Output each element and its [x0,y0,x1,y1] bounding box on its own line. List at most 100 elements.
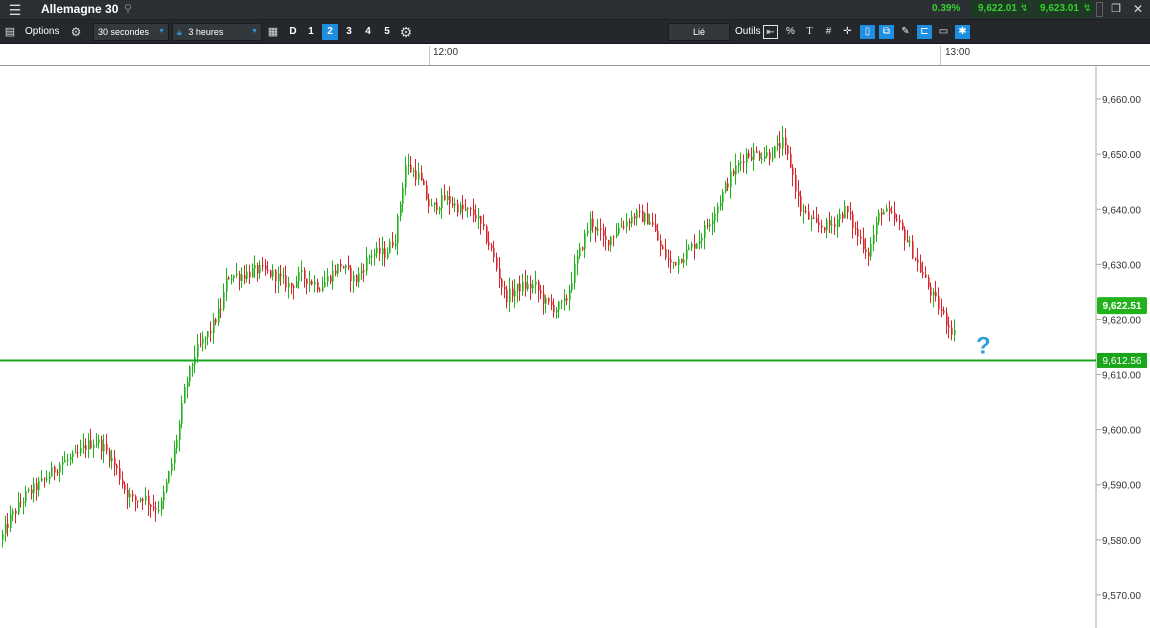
text-tool-icon[interactable]: T [802,25,817,39]
candle-body [311,281,313,285]
tools-settings-icon[interactable]: ✱ [955,25,970,39]
candle-body [363,270,365,272]
pane-2-button[interactable]: 2 [322,24,338,40]
candle-body [376,247,378,254]
percent-button[interactable]: % [783,25,798,39]
candle-body [538,281,540,291]
candle-body [285,275,287,288]
candle-body [332,270,334,282]
tools-menu[interactable]: Outils [735,20,761,44]
candle-body [267,269,269,271]
draw-tool-icon[interactable]: ✎ [898,25,913,39]
candle-body [613,236,615,238]
candle-body [457,203,459,213]
candle-body [392,241,394,247]
candle-body [423,180,425,186]
print-icon[interactable]: ▭ [936,25,951,39]
candle-body [262,265,264,267]
period-d-button[interactable]: D [285,24,301,40]
candle-body [657,230,659,241]
candle-body [670,259,672,263]
candle-body [540,290,542,294]
time-axis: 12:00 13:00 [0,44,1150,66]
candle-body [200,343,202,345]
pane-4-button[interactable]: 4 [360,24,376,40]
candle-body [876,221,878,235]
grid-icon[interactable]: # [821,25,836,39]
candle-body [327,276,329,282]
candle-body [759,152,761,159]
buy-price-button[interactable]: 9,623.01 ↯ [1034,0,1094,18]
link-select[interactable]: Lié [668,23,730,41]
tick-12-00-mark [429,46,430,65]
candle-body [384,248,386,258]
candle-body [655,224,657,231]
candle-body [244,275,246,279]
candle-body [77,452,79,454]
candle-body [668,257,670,260]
candle-body [210,331,212,334]
candle-body [145,495,147,501]
sell-price-button[interactable]: 9,622.01 ↯ [970,0,1032,18]
candle-body [452,203,454,206]
candle-body [818,222,820,226]
candle-body [782,137,784,149]
crosshair-icon[interactable]: ✛ [840,25,855,39]
candle-body [220,308,222,310]
candle-body [233,275,235,279]
candle-body [878,212,880,222]
candle-body [831,224,833,226]
candle-body [246,271,248,279]
candle-body [636,210,638,219]
candle-body [506,289,508,303]
candle-body [694,243,696,249]
candle-body [397,216,399,244]
candle-body [595,226,597,231]
search-icon[interactable]: ⚲ [120,0,136,21]
list-icon[interactable]: ▤ [3,20,17,44]
candle-body [532,284,534,289]
price-chart[interactable]: 9,570.00 9,580.00 9,590.00 9,600.00 9,610.00… [0,66,1150,628]
candle-body [935,291,937,297]
price-tick-label: 9,610.00 [1102,371,1141,382]
price-tick-label: 9,620.00 [1102,315,1141,326]
pane-1-button[interactable]: 1 [303,24,319,40]
restore-window-icon[interactable]: ❐ [1108,0,1124,21]
candle-body [395,243,397,247]
candle-body [720,202,722,207]
candle-body [109,450,111,462]
candle-body [558,301,560,310]
calendar-icon[interactable]: ▦ [265,20,281,44]
label-tag-icon[interactable]: ⊏ [917,25,932,39]
crosshair-return-icon[interactable]: ⇤ [763,25,778,39]
price-tick-label: 9,640.00 [1102,205,1141,216]
hamburger-menu-icon[interactable]: ☰ [4,0,26,22]
candle-body [478,216,480,219]
candle-body [543,293,545,304]
candle-body [15,510,17,514]
scroll-arrows[interactable] [1096,2,1103,17]
candle-body [842,214,844,219]
candle-body [166,482,168,492]
candle-body [574,263,576,283]
interval-select[interactable]: 30 secondes ▼ [93,23,169,41]
settings-cog-icon[interactable]: ⚙ [397,20,415,44]
pane-5-button[interactable]: 5 [379,24,395,40]
pane-3-button[interactable]: 3 [341,24,357,40]
options-menu[interactable]: Options [25,20,59,44]
candle-body [439,207,441,211]
candle-body [213,319,215,334]
candle-body [837,219,839,227]
candle-body [280,273,282,276]
gear-icon[interactable]: ⚙ [68,20,84,44]
candle-body [886,208,888,212]
candle-body [525,281,527,289]
candle-body [899,220,901,223]
close-icon[interactable]: ✕ [1130,0,1146,21]
candle-body [621,226,623,228]
bar-chart-type-icon[interactable]: ⧉ [879,25,894,39]
candle-body [171,463,173,472]
range-select[interactable]: 🔒︎ 3 heures ▼ [172,23,262,41]
candle-body [462,204,464,210]
candlestick-icon[interactable]: ▯ [860,25,875,39]
